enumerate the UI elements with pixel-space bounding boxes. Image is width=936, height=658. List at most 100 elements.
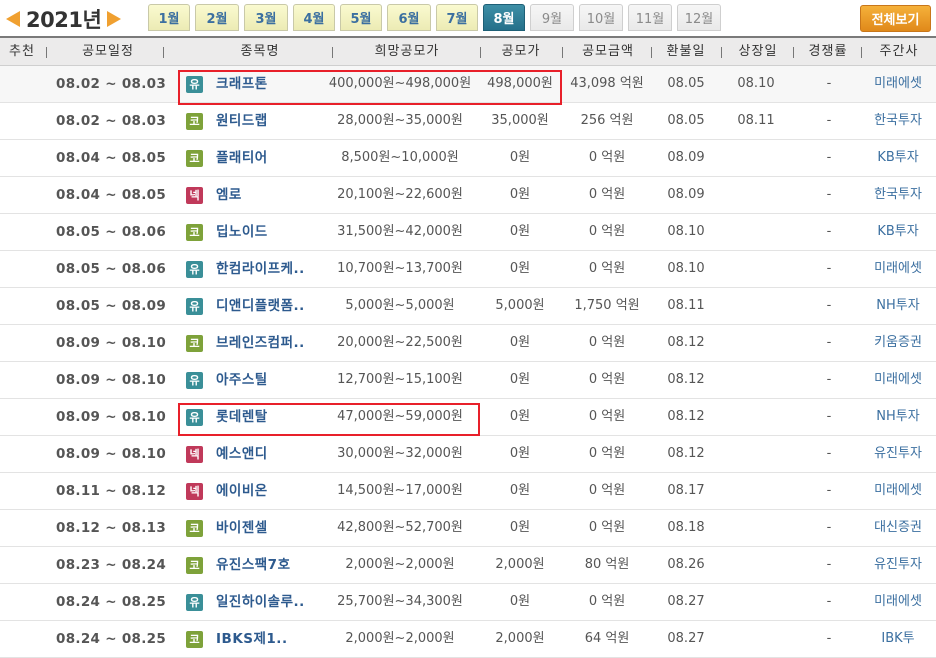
manager-link[interactable]: 한국투자 <box>862 103 934 139</box>
period-cell: 08.12 ~ 08.13 <box>56 520 167 536</box>
tab-month-9[interactable]: 9월 <box>530 4 574 31</box>
listing-date-cell <box>720 436 792 472</box>
period-cell: 08.09 ~ 08.10 <box>56 409 167 425</box>
hope-price-cell: 5,000원~5,000원 <box>345 298 455 313</box>
listing-date-cell <box>720 621 792 657</box>
manager-link[interactable]: 유진투자 <box>862 436 934 472</box>
tab-month-6[interactable]: 6월 <box>387 4 431 31</box>
prev-year-arrow-icon[interactable] <box>6 11 20 27</box>
manager-link[interactable]: IBK투 <box>862 621 934 657</box>
stock-name-link[interactable]: 아주스틸 <box>216 362 268 398</box>
market-badge-icon: 코 <box>186 557 203 574</box>
refund-date-cell: 08.12 <box>667 446 705 461</box>
manager-link[interactable]: NH투자 <box>862 399 934 435</box>
tab-month-11[interactable]: 11월 <box>628 4 672 31</box>
offer-amount-cell: 0 억원 <box>588 594 626 609</box>
tab-month-8[interactable]: 8월 <box>483 4 525 31</box>
competition-cell: - <box>826 335 832 350</box>
market-badge-icon: 코 <box>186 520 203 537</box>
table-row: 08.23 ~ 08.24 코 유진스팩7호 2,000원~2,000원 2,000원 8… <box>0 547 936 584</box>
refund-date-cell: 08.17 <box>667 483 705 498</box>
next-year-arrow-icon[interactable] <box>107 11 122 27</box>
stock-name-link[interactable]: IBKS제1.. <box>216 621 288 657</box>
table-row: 08.24 ~ 08.25 유 일진하이솔루.. 25,700원~34,300원 0원 0… <box>0 584 936 621</box>
listing-date-cell <box>720 584 792 620</box>
offer-price-cell: 2,000원 <box>495 631 545 646</box>
refund-date-cell: 08.09 <box>667 150 705 165</box>
refund-date-cell: 08.26 <box>667 557 705 572</box>
header-period: 공모일정 <box>82 44 134 59</box>
stock-name-link[interactable]: 한컴라이프케.. <box>216 251 305 287</box>
offer-price-cell: 0원 <box>509 187 531 202</box>
market-badge-icon: 유 <box>186 298 203 315</box>
tab-month-3[interactable]: 3월 <box>244 4 288 31</box>
manager-link[interactable]: 미래에셋 <box>862 66 934 102</box>
table-row: 08.11 ~ 08.12 넥 에이비온 14,500원~17,000원 0원 0 억원 0… <box>0 473 936 510</box>
stock-name-link[interactable]: 에이비온 <box>216 473 268 509</box>
tab-month-5[interactable]: 5월 <box>340 4 382 31</box>
competition-cell: - <box>826 76 832 91</box>
header-hope-price: 희망공모가 <box>374 44 440 59</box>
refund-date-cell: 08.12 <box>667 372 705 387</box>
period-cell: 08.02 ~ 08.03 <box>56 113 167 129</box>
refund-date-cell: 08.27 <box>667 631 705 646</box>
manager-link[interactable]: KB투자 <box>862 214 934 250</box>
manager-link[interactable]: 미래에셋 <box>862 584 934 620</box>
refund-date-cell: 08.27 <box>667 594 705 609</box>
stock-name-link[interactable]: 일진하이솔루.. <box>216 584 305 620</box>
offer-amount-cell: 1,750 억원 <box>574 298 640 313</box>
stock-name-link[interactable]: 딥노이드 <box>216 214 268 250</box>
offer-price-cell: 0원 <box>509 150 531 165</box>
offer-amount-cell: 0 억원 <box>588 520 626 535</box>
offer-price-cell: 0원 <box>509 372 531 387</box>
manager-link[interactable]: 미래에셋 <box>862 251 934 287</box>
manager-link[interactable]: 키움증권 <box>862 325 934 361</box>
tab-month-2[interactable]: 2월 <box>195 4 239 31</box>
market-badge-icon: 넥 <box>186 187 203 204</box>
period-cell: 08.05 ~ 08.06 <box>56 261 167 277</box>
listing-date-cell: 08.11 <box>737 113 775 128</box>
header-divider <box>480 47 481 58</box>
competition-cell: - <box>826 298 832 313</box>
tab-month-4[interactable]: 4월 <box>293 4 335 31</box>
stock-name-link[interactable]: 디앤디플랫폼.. <box>216 288 305 324</box>
manager-link[interactable]: KB투자 <box>862 140 934 176</box>
stock-name-link[interactable]: 유진스팩7호 <box>216 547 291 583</box>
stock-name-link[interactable]: 플래티어 <box>216 140 268 176</box>
competition-cell: - <box>826 372 832 387</box>
stock-name-link[interactable]: 원티드랩 <box>216 103 268 139</box>
tab-month-1[interactable]: 1월 <box>148 4 190 31</box>
competition-cell: - <box>826 483 832 498</box>
table-row: 08.09 ~ 08.10 넥 예스앤디 30,000원~32,000원 0원 0 억원 0… <box>0 436 936 473</box>
tab-month-12[interactable]: 12월 <box>677 4 721 31</box>
manager-link[interactable]: 대신증권 <box>862 510 934 546</box>
header-price: 공모가 <box>501 44 541 59</box>
refund-date-cell: 08.05 <box>667 76 705 91</box>
hope-price-cell: 28,000원~35,000원 <box>337 113 463 128</box>
manager-link[interactable]: 미래에셋 <box>862 362 934 398</box>
hope-price-cell: 42,800원~52,700원 <box>337 520 463 535</box>
manager-link[interactable]: 유진투자 <box>862 547 934 583</box>
stock-name-link[interactable]: 엠로 <box>216 177 242 213</box>
stock-name-link[interactable]: 예스앤디 <box>216 436 268 472</box>
competition-cell: - <box>826 224 832 239</box>
manager-link[interactable]: 미래에셋 <box>862 473 934 509</box>
period-cell: 08.24 ~ 08.25 <box>56 631 167 647</box>
tab-month-7[interactable]: 7월 <box>436 4 478 31</box>
header-divider <box>861 47 862 58</box>
offer-price-cell: 0원 <box>509 261 531 276</box>
hope-price-cell: 10,700원~13,700원 <box>337 261 463 276</box>
stock-name-link[interactable]: 바이젠셀 <box>216 510 268 546</box>
offer-price-cell: 0원 <box>509 224 531 239</box>
competition-cell: - <box>826 594 832 609</box>
tab-month-10[interactable]: 10월 <box>579 4 623 31</box>
manager-link[interactable]: 한국투자 <box>862 177 934 213</box>
highlight-box <box>178 403 480 436</box>
view-all-button[interactable]: 전체보기 <box>860 5 931 32</box>
listing-date-cell <box>720 214 792 250</box>
offer-amount-cell: 0 억원 <box>588 224 626 239</box>
hope-price-cell: 8,500원~10,000원 <box>341 150 459 165</box>
header-divider <box>793 47 794 58</box>
stock-name-link[interactable]: 브레인즈컴퍼.. <box>216 325 305 361</box>
manager-link[interactable]: NH투자 <box>862 288 934 324</box>
